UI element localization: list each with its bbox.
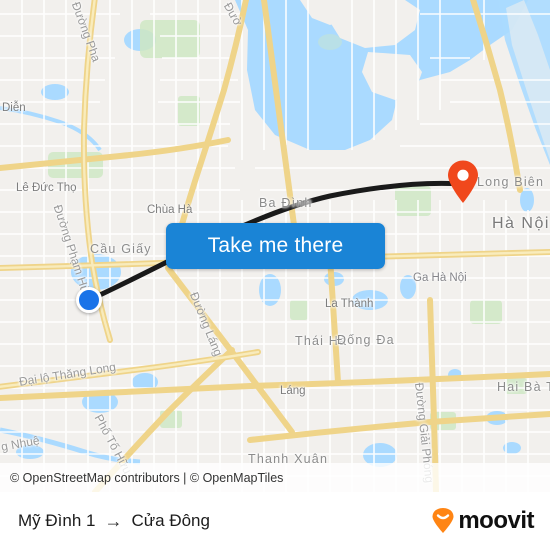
moovit-pin-icon bbox=[432, 508, 454, 533]
route-origin-label: Mỹ Đình 1 bbox=[18, 511, 96, 530]
moovit-logo[interactable]: moovit bbox=[430, 508, 534, 534]
route-destination-label: Cửa Đông bbox=[131, 511, 210, 530]
arrow-right-icon: → bbox=[104, 511, 123, 531]
moovit-route-preview: Diễn Lê Đức Thọ Chùa Hà Ba Đình Long Biên Hà … bbox=[0, 0, 550, 550]
map-attribution: © OpenStreetMap contributors | © OpenMap… bbox=[0, 463, 550, 492]
moovit-wordmark: moovit bbox=[458, 507, 534, 534]
map-pin-icon bbox=[448, 160, 478, 203]
attribution-text[interactable]: © OpenStreetMap contributors | © OpenMap… bbox=[10, 471, 283, 485]
take-me-there-button[interactable]: Take me there bbox=[166, 223, 385, 269]
destination-pin-marker[interactable] bbox=[447, 160, 479, 204]
map-canvas[interactable]: Diễn Lê Đức Thọ Chùa Hà Ba Đình Long Biên Hà … bbox=[0, 0, 550, 492]
origin-dot-marker[interactable] bbox=[76, 287, 102, 313]
route-summary: Mỹ Đình 1 → Cửa Đông bbox=[18, 511, 210, 531]
footer-bar: Mỹ Đình 1 → Cửa Đông moovit bbox=[0, 492, 550, 550]
